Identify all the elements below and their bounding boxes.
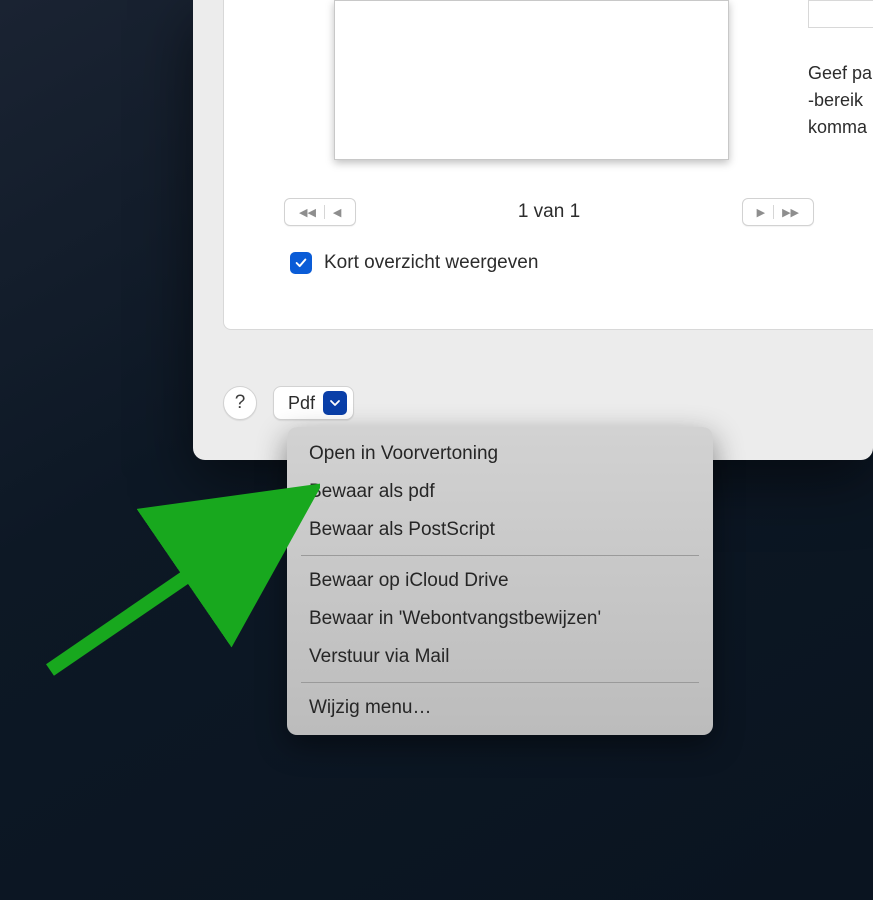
menu-open-in-preview[interactable]: Open in Voorvertoning <box>287 435 713 473</box>
dialog-bottom-row: ? Pdf <box>223 386 354 420</box>
summary-checkbox-label: Kort overzicht weergeven <box>324 252 538 274</box>
menu-save-as-postscript[interactable]: Bewaar als PostScript <box>287 511 713 549</box>
summary-checkbox[interactable] <box>290 252 312 274</box>
pdf-button-label: Pdf <box>288 393 315 414</box>
annotation-arrow-icon <box>20 430 320 690</box>
menu-save-as-pdf[interactable]: Bewaar als pdf <box>287 473 713 511</box>
preview-panel: Geef pa -bereik komma ◀◀ ◀ 1 van 1 ▶ ▶▶ … <box>223 0 873 330</box>
menu-send-via-mail[interactable]: Verstuur via Mail <box>287 638 713 676</box>
document-preview <box>334 0 729 160</box>
menu-save-icloud-drive[interactable]: Bewaar op iCloud Drive <box>287 562 713 600</box>
menu-divider <box>301 682 699 683</box>
check-icon <box>294 256 308 270</box>
help-button[interactable]: ? <box>223 386 257 420</box>
side-field <box>808 0 873 28</box>
pdf-dropdown-button[interactable]: Pdf <box>273 386 354 420</box>
pdf-dropdown-menu: Open in Voorvertoning Bewaar als pdf Bew… <box>287 427 713 735</box>
page-indicator: 1 van 1 <box>518 201 580 223</box>
summary-checkbox-row: Kort overzicht weergeven <box>290 252 538 274</box>
next-page-button[interactable]: ▶ ▶▶ <box>742 198 814 226</box>
first-page-icon: ◀◀ <box>293 206 322 219</box>
side-help-text: Geef pa -bereik komma <box>808 60 873 141</box>
next-page-icon: ▶ <box>751 206 771 219</box>
prev-page-button[interactable]: ◀◀ ◀ <box>284 198 356 226</box>
last-page-icon: ▶▶ <box>776 206 805 219</box>
pager-row: ◀◀ ◀ 1 van 1 ▶ ▶▶ <box>284 198 814 226</box>
chevron-down-icon <box>323 391 347 415</box>
prev-page-icon: ◀ <box>327 206 347 219</box>
menu-divider <box>301 555 699 556</box>
menu-edit-menu[interactable]: Wijzig menu… <box>287 689 713 727</box>
menu-save-web-receipts[interactable]: Bewaar in 'Webontvangstbewijzen' <box>287 600 713 638</box>
print-dialog: Geef pa -bereik komma ◀◀ ◀ 1 van 1 ▶ ▶▶ … <box>193 0 873 460</box>
